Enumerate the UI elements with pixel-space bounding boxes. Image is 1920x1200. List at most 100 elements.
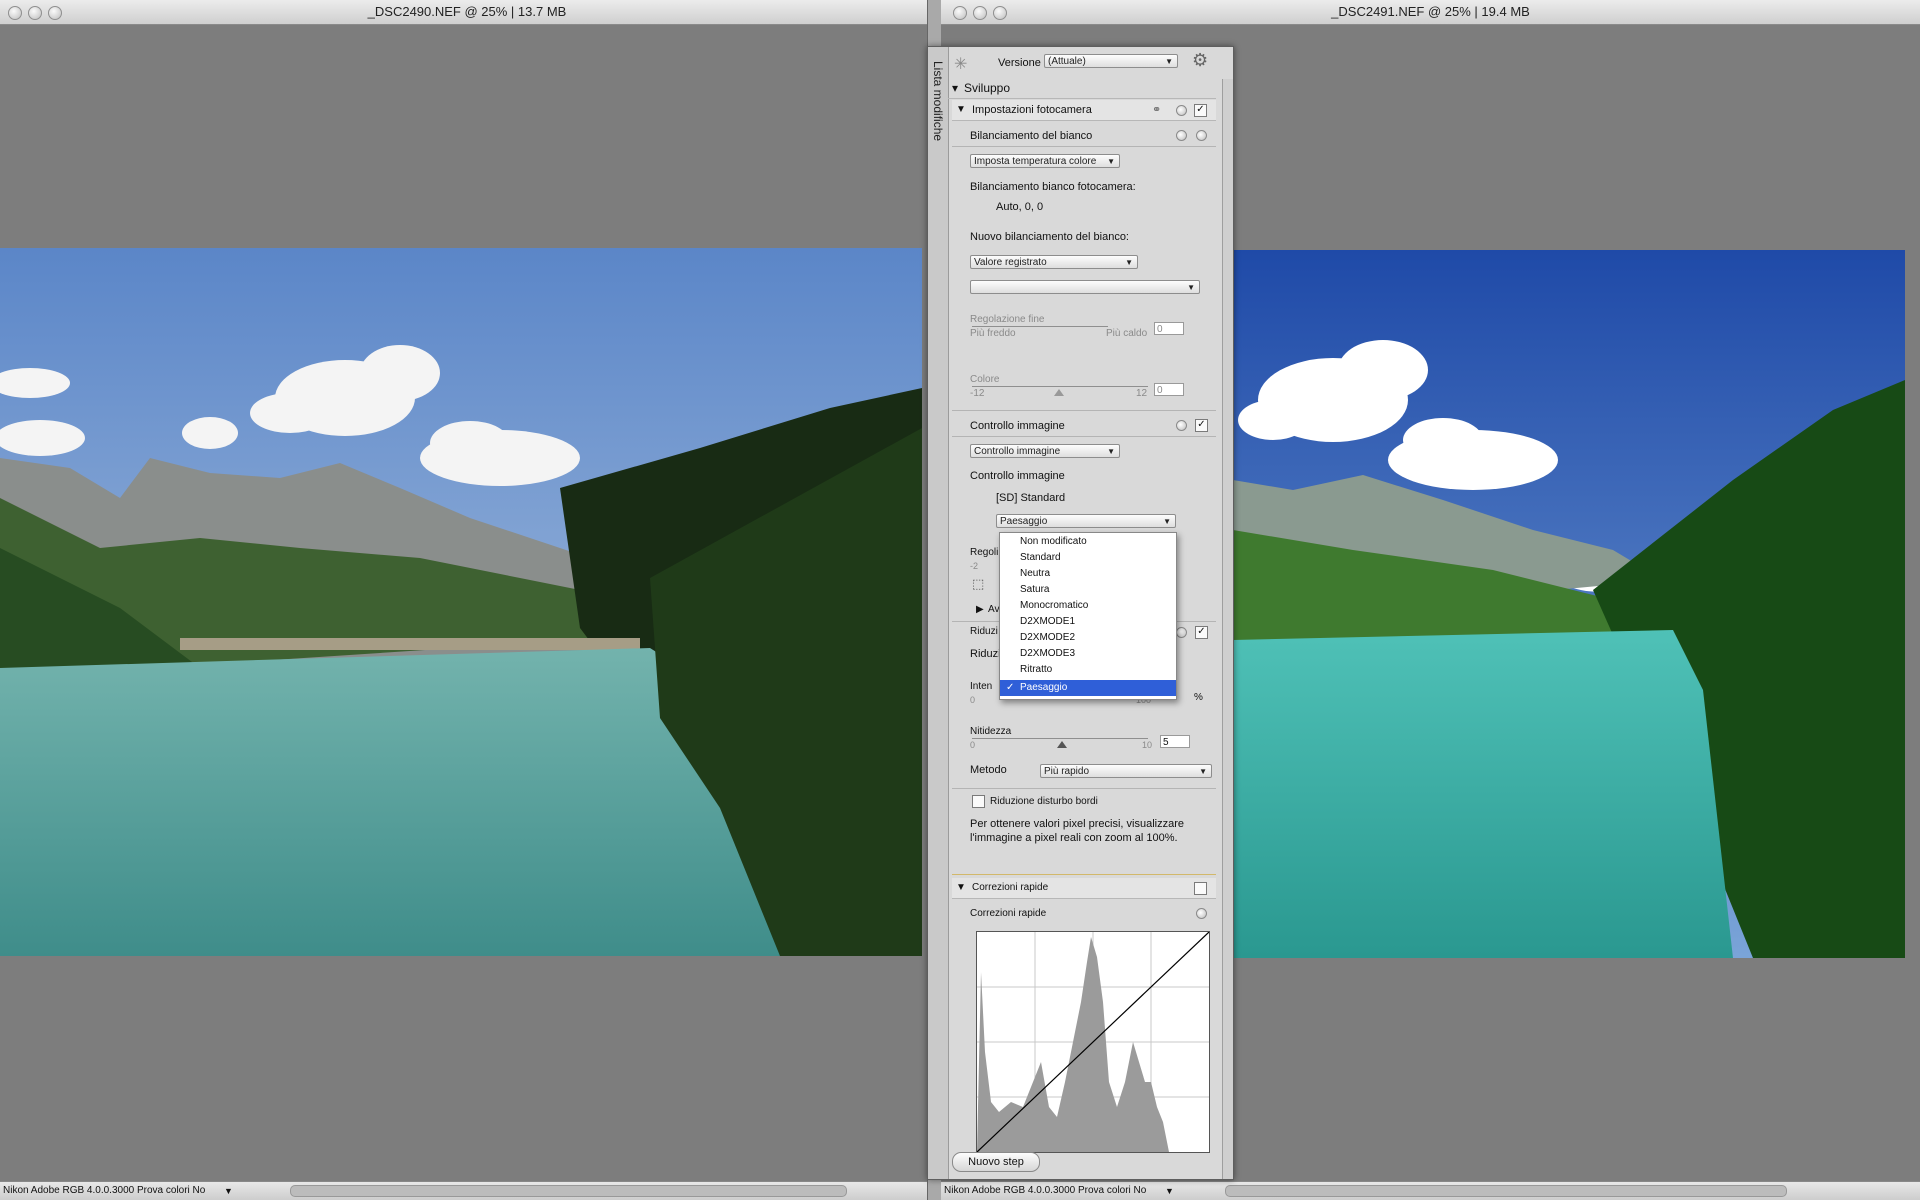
panel-scrollbar[interactable] bbox=[1222, 79, 1233, 1179]
sharpness-min: 0 bbox=[970, 740, 976, 750]
close-button[interactable] bbox=[953, 6, 967, 20]
triangle-down-icon: ▼ bbox=[956, 104, 966, 115]
quick-fix-checkbox[interactable] bbox=[1194, 882, 1207, 895]
menu-item-d2xmode1[interactable]: D2XMODE1 bbox=[1000, 614, 1176, 630]
versione-select[interactable]: (Attuale) ▼ bbox=[1044, 54, 1178, 68]
intensity-min: 0 bbox=[970, 695, 976, 705]
picture-control-select[interactable]: Paesaggio ▼ bbox=[996, 514, 1176, 528]
minimize-button[interactable] bbox=[973, 6, 987, 20]
noise-checkbox[interactable]: ✓ bbox=[1195, 626, 1208, 639]
menu-item-paesaggio[interactable]: ✓ Paesaggio bbox=[1000, 680, 1176, 696]
fine-tune-cold: Più freddo bbox=[970, 328, 1016, 339]
triangle-right-icon[interactable]: ▶ bbox=[976, 604, 984, 615]
checkmark-icon: ✓ bbox=[1006, 682, 1015, 693]
menu-item-monocromatico[interactable]: Monocromatico bbox=[1000, 598, 1176, 614]
menu-item-d2xmode3[interactable]: D2XMODE3 bbox=[1000, 646, 1176, 662]
fine-tune-slider-track[interactable] bbox=[972, 326, 1108, 327]
wb-camera-value: Auto, 0, 0 bbox=[996, 201, 1044, 213]
right-horizontal-scrollbar[interactable] bbox=[1225, 1185, 1787, 1197]
lake-photo-left bbox=[0, 248, 922, 956]
spinner-icon: ✳ bbox=[954, 56, 968, 73]
versione-label: Versione bbox=[998, 57, 1041, 69]
curves-histogram[interactable] bbox=[976, 931, 1210, 1153]
wb-new-select[interactable]: Valore registrato ▼ bbox=[970, 255, 1138, 269]
camera-settings-checkbox[interactable]: ✓ bbox=[1194, 104, 1207, 117]
wb-reset-radio[interactable] bbox=[1176, 130, 1187, 141]
left-statusbar: Nikon Adobe RGB 4.0.0.3000 Prova colori … bbox=[0, 1181, 934, 1200]
link-icon[interactable]: ⚭ bbox=[1152, 103, 1161, 116]
right-photo[interactable] bbox=[1233, 250, 1905, 958]
left-status-text: Nikon Adobe RGB 4.0.0.3000 Prova colori … bbox=[3, 1185, 206, 1196]
fine-tune-value[interactable]: 0 bbox=[1154, 322, 1184, 335]
method-select[interactable]: Più rapido ▼ bbox=[1040, 764, 1212, 778]
chevron-down-icon[interactable]: ▼ bbox=[1165, 1182, 1174, 1200]
image-control-select[interactable]: Controllo immagine ▼ bbox=[970, 444, 1120, 458]
sharpness-max: 10 bbox=[1142, 740, 1153, 750]
lake-photo-right bbox=[1233, 250, 1905, 958]
menu-item-satura[interactable]: Satura bbox=[1000, 582, 1176, 598]
menu-item-label: Standard bbox=[1020, 552, 1061, 563]
image-control-reset-radio[interactable] bbox=[1176, 420, 1187, 431]
wb-preset-select[interactable]: ▼ bbox=[970, 280, 1200, 294]
edge-noise-checkbox[interactable] bbox=[972, 795, 985, 808]
wb-mode-value: Imposta temperatura colore bbox=[974, 156, 1097, 167]
menu-item-label: Paesaggio bbox=[1020, 682, 1068, 693]
menu-item-label: D2XMODE1 bbox=[1020, 616, 1076, 627]
right-statusbar: Nikon Adobe RGB 4.0.0.3000 Prova colori … bbox=[941, 1181, 1920, 1200]
noise-reset-radio[interactable] bbox=[1176, 627, 1187, 638]
colore-slider-thumb[interactable] bbox=[1054, 389, 1064, 396]
zoom-button[interactable] bbox=[993, 6, 1007, 20]
quick-fix-radio[interactable] bbox=[1196, 908, 1207, 919]
menu-item-neutra[interactable]: Neutra bbox=[1000, 566, 1176, 582]
zoom-button[interactable] bbox=[48, 6, 62, 20]
image-control-label: Controllo immagine bbox=[970, 470, 1065, 482]
quick-fix-header[interactable]: ▼ Correzioni rapide bbox=[952, 878, 1216, 899]
sharpness-slider-thumb[interactable] bbox=[1057, 741, 1067, 748]
chevron-down-icon: ▼ bbox=[1107, 157, 1115, 166]
crop-icon[interactable]: ⬚ bbox=[972, 576, 984, 592]
left-photo[interactable] bbox=[0, 248, 922, 956]
menu-item-d2xmode2[interactable]: D2XMODE2 bbox=[1000, 630, 1176, 646]
sharpness-slider-track[interactable] bbox=[972, 738, 1148, 739]
versione-value: (Attuale) bbox=[1048, 56, 1086, 67]
chevron-down-icon: ▼ bbox=[1125, 258, 1133, 267]
chevron-down-icon: ▼ bbox=[1107, 447, 1115, 456]
triangle-down-icon: ▾ bbox=[952, 81, 959, 95]
close-button[interactable] bbox=[8, 6, 22, 20]
colore-slider-track[interactable] bbox=[972, 386, 1148, 387]
wb-mode-select[interactable]: Imposta temperatura colore ▼ bbox=[970, 154, 1120, 168]
new-step-button[interactable]: Nuovo step bbox=[952, 1152, 1040, 1172]
left-window-titlebar[interactable]: _DSC2490.NEF @ 25% | 13.7 MB bbox=[0, 0, 934, 25]
image-control-current: [SD] Standard bbox=[996, 492, 1066, 504]
left-horizontal-scrollbar[interactable] bbox=[290, 1185, 847, 1197]
minimize-button[interactable] bbox=[28, 6, 42, 20]
edge-noise-label: Riduzione disturbo bordi bbox=[990, 796, 1098, 807]
menu-item-label: Monocromatico bbox=[1020, 600, 1089, 611]
advanced-label-partial: Av bbox=[988, 604, 1000, 615]
menu-item-non-modificato[interactable]: Non modificato bbox=[1000, 534, 1176, 550]
left-window-title: _DSC2490.NEF @ 25% | 13.7 MB bbox=[367, 4, 567, 19]
wb-camera-label: Bilanciamento bianco fotocamera: bbox=[970, 181, 1136, 193]
menu-item-label: Satura bbox=[1020, 584, 1050, 595]
method-value: Più rapido bbox=[1044, 766, 1090, 777]
wb-radio[interactable] bbox=[1196, 130, 1207, 141]
right-status-text: Nikon Adobe RGB 4.0.0.3000 Prova colori … bbox=[944, 1185, 1147, 1196]
divider bbox=[952, 410, 1216, 411]
divider bbox=[952, 146, 1216, 147]
menu-item-standard[interactable]: Standard bbox=[1000, 550, 1176, 566]
menu-item-ritratto[interactable]: Ritratto bbox=[1000, 662, 1176, 678]
sviluppo-header[interactable]: ▾ Sviluppo bbox=[948, 78, 1216, 99]
sharpness-value[interactable]: 5 bbox=[1160, 735, 1190, 748]
chevron-down-icon[interactable]: ▼ bbox=[224, 1182, 233, 1200]
reset-radio[interactable] bbox=[1176, 105, 1187, 116]
right-window-titlebar[interactable]: _DSC2491.NEF @ 25% | 19.4 MB bbox=[941, 0, 1920, 25]
image-control-checkbox[interactable]: ✓ bbox=[1195, 419, 1208, 432]
edit-list-tab[interactable]: Lista modifiche bbox=[928, 47, 949, 1179]
gear-icon[interactable]: ⚙ bbox=[1192, 50, 1208, 71]
wb-new-label: Nuovo bilanciamento del bianco: bbox=[970, 231, 1129, 243]
colore-value[interactable]: 0 bbox=[1154, 383, 1184, 396]
edit-list-label: Lista modifiche bbox=[931, 61, 945, 142]
sviluppo-label: Sviluppo bbox=[964, 81, 1011, 95]
divider bbox=[952, 788, 1216, 789]
camera-settings-header[interactable]: ▼ Impostazioni fotocamera ⚭ ✓ bbox=[952, 100, 1216, 121]
